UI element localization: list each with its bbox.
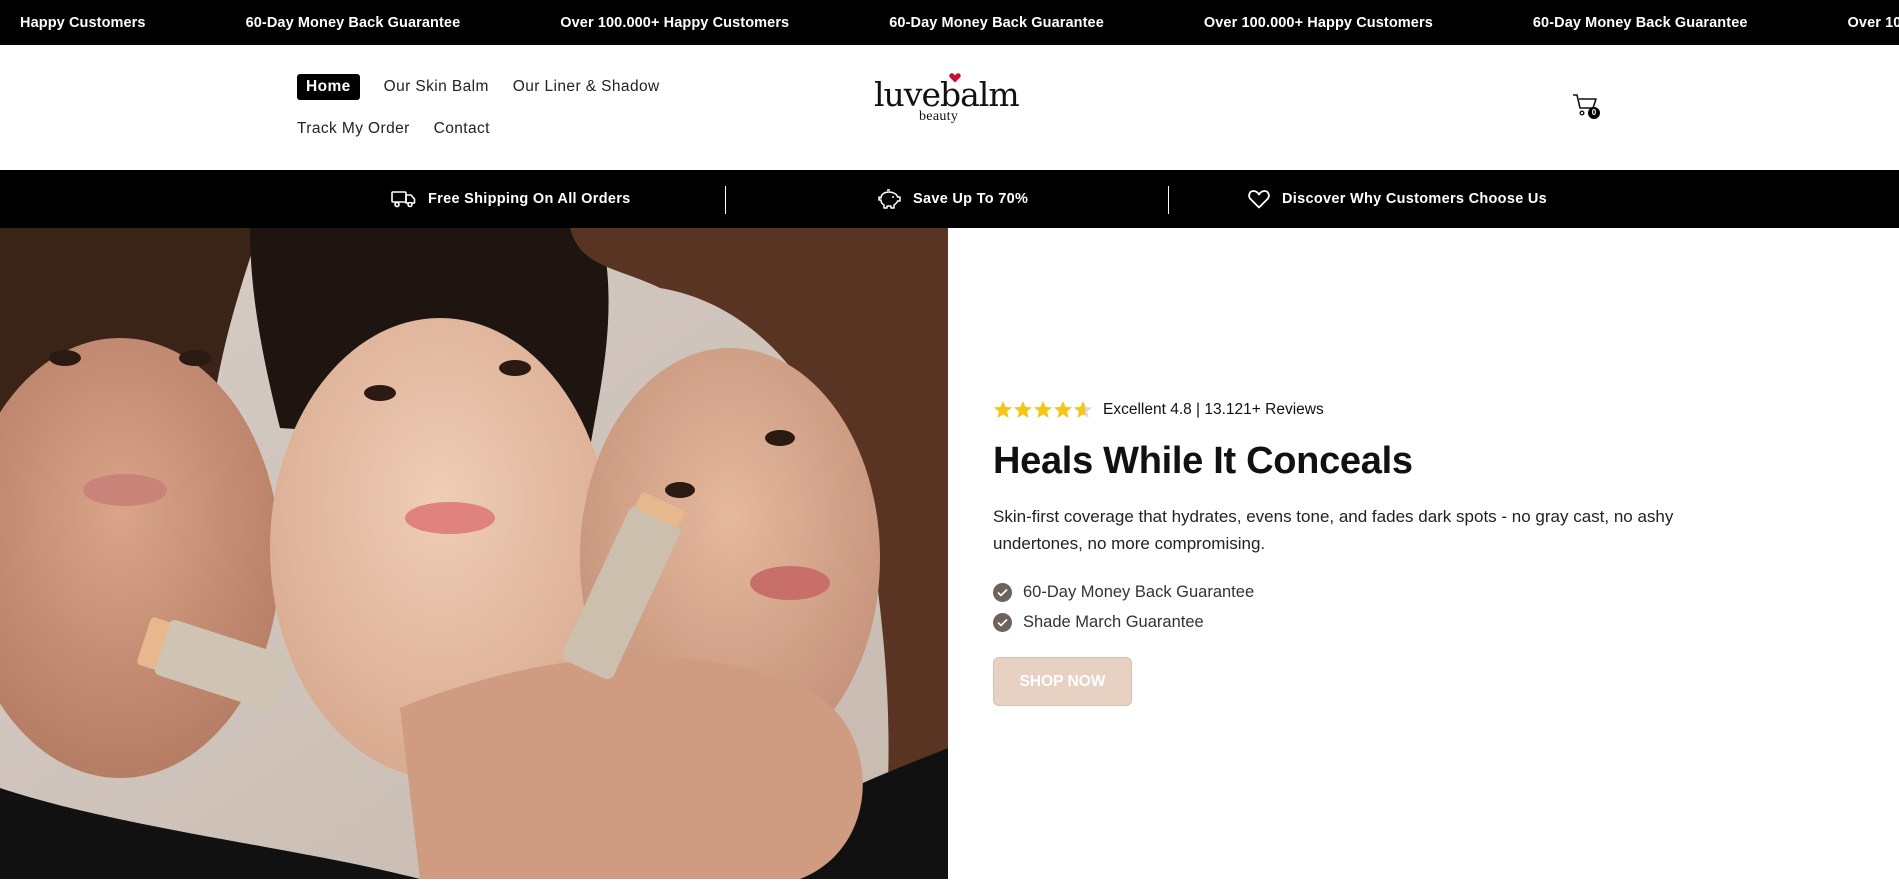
marquee-item: 60-Day Money Back Guarantee bbox=[1532, 14, 1748, 31]
star-icon bbox=[1014, 401, 1032, 418]
benefit-label: Save Up To 70% bbox=[913, 191, 1029, 207]
guarantee-list: 60-Day Money Back Guarantee Shade March … bbox=[993, 577, 1753, 637]
brand-logo[interactable]: luvebalm beauty bbox=[874, 73, 1020, 129]
marquee-item: 60-Day Money Back Guarantee bbox=[245, 14, 461, 31]
main-nav: Home Our Skin Balm Our Liner & Shadow Tr… bbox=[297, 73, 697, 157]
benefit-discover[interactable]: Discover Why Customers Choose Us bbox=[1248, 170, 1547, 228]
marquee-track: Happy Customers 60-Day Money Back Guaran… bbox=[0, 0, 1899, 45]
guarantee-label: 60-Day Money Back Guarantee bbox=[1023, 582, 1255, 601]
benefit-label: Free Shipping On All Orders bbox=[428, 191, 631, 207]
nav-skin-balm[interactable]: Our Skin Balm bbox=[384, 78, 489, 96]
nav-track-order[interactable]: Track My Order bbox=[297, 120, 410, 138]
hero-description: Skin-first coverage that hydrates, evens… bbox=[993, 507, 1674, 553]
star-icon bbox=[1054, 401, 1072, 418]
rating-text: Excellent 4.8 | 13.121+ Reviews bbox=[1103, 401, 1324, 418]
marquee-item: 60-Day Money Back Guarantee bbox=[889, 14, 1104, 31]
guarantee-item: 60-Day Money Back Guarantee bbox=[993, 577, 1753, 607]
announcement-marquee: Happy Customers 60-Day Money Back Guaran… bbox=[0, 0, 1899, 45]
nav-contact[interactable]: Contact bbox=[434, 120, 490, 138]
site-header: Home Our Skin Balm Our Liner & Shadow Tr… bbox=[0, 45, 1899, 170]
logo-wordmark: luvebalm bbox=[874, 75, 1020, 114]
check-icon bbox=[993, 582, 1012, 602]
benefit-divider bbox=[725, 186, 726, 214]
logo-subtitle: beauty bbox=[919, 109, 959, 124]
nav-home[interactable]: Home bbox=[297, 73, 360, 100]
star-icon bbox=[994, 401, 1012, 418]
cart-button[interactable]: 0 bbox=[1572, 93, 1602, 123]
guarantee-label: Shade March Guarantee bbox=[1023, 612, 1204, 631]
check-icon bbox=[993, 612, 1012, 632]
marquee-item: Over 100.000+ Happy Customers bbox=[1203, 14, 1433, 31]
benefit-free-shipping: Free Shipping On All Orders bbox=[391, 170, 631, 228]
benefit-divider bbox=[1168, 186, 1169, 214]
hero-image bbox=[0, 228, 948, 879]
hero-headline: Heals While It Conceals bbox=[993, 440, 1413, 482]
hero-content: Excellent 4.8 | 13.121+ Reviews Heals Wh… bbox=[993, 396, 1753, 706]
heart-icon bbox=[1248, 190, 1270, 209]
guarantee-item: Shade March Guarantee bbox=[993, 607, 1753, 637]
nav-liner-shadow[interactable]: Our Liner & Shadow bbox=[513, 78, 660, 96]
benefits-bar: Free Shipping On All Orders Save Up To 7… bbox=[0, 170, 1899, 228]
benefit-savings: Save Up To 70% bbox=[877, 170, 1028, 228]
marquee-item: Over 100.000+ bbox=[1847, 14, 1899, 31]
rating-stars bbox=[993, 400, 1093, 420]
cart-count-badge: 0 bbox=[1588, 107, 1600, 119]
star-half-icon bbox=[1074, 401, 1092, 418]
piggy-bank-icon bbox=[878, 189, 901, 209]
marquee-item: Happy Customers bbox=[20, 14, 146, 31]
hero-photo-illustration bbox=[0, 228, 948, 879]
benefit-label: Discover Why Customers Choose Us bbox=[1282, 191, 1548, 207]
rating-row: Excellent 4.8 | 13.121+ Reviews bbox=[993, 396, 1753, 424]
shop-now-button[interactable]: SHOP NOW bbox=[993, 657, 1132, 706]
marquee-item: Over 100.000+ Happy Customers bbox=[560, 14, 790, 31]
star-icon bbox=[1034, 401, 1052, 418]
truck-icon bbox=[391, 191, 416, 208]
